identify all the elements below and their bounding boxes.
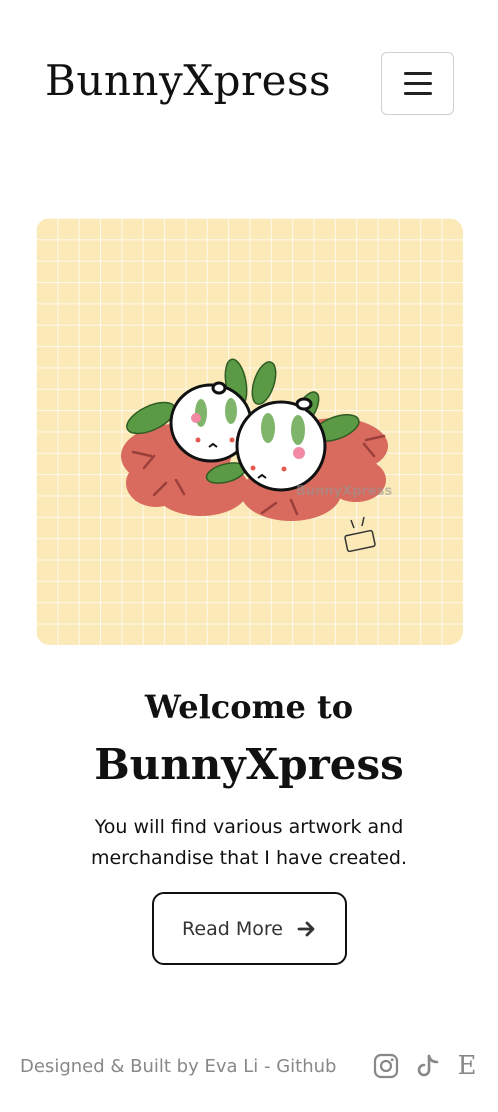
watermark: BunnyXpress [296,484,393,499]
brand-logo[interactable]: BunnyXpress [45,56,331,105]
tiktok-icon[interactable] [415,1053,441,1079]
arrow-right-icon [297,921,315,936]
hero-image: BunnyXpress [36,218,463,645]
etsy-icon[interactable]: E [454,1053,480,1079]
bunny-illustration [121,358,388,553]
signature-stamp [344,516,376,553]
site-title: BunnyXpress [94,740,404,789]
hamburger-icon-line [403,92,432,95]
intro-text: You will find various artwork and mercha… [90,816,408,869]
welcome-heading: Welcome to [144,688,354,726]
hamburger-icon-line [403,82,432,85]
footer: Designed & Built by Eva Li - Github E [0,1048,498,1088]
github-link[interactable]: Github [276,1056,336,1077]
read-more-button[interactable]: Read More [152,892,347,965]
navbar: BunnyXpress [0,0,498,170]
credit-text: Designed & Built by Eva Li - [20,1056,277,1077]
hamburger-icon [403,72,432,75]
menu-toggle-button[interactable] [381,52,454,115]
etsy-letter: E [457,1051,477,1081]
instagram-icon[interactable] [373,1053,399,1079]
bunny-right [235,397,327,492]
read-more-label: Read More [182,917,283,940]
footer-credit: Designed & Built by Eva Li - Github [20,1056,336,1077]
